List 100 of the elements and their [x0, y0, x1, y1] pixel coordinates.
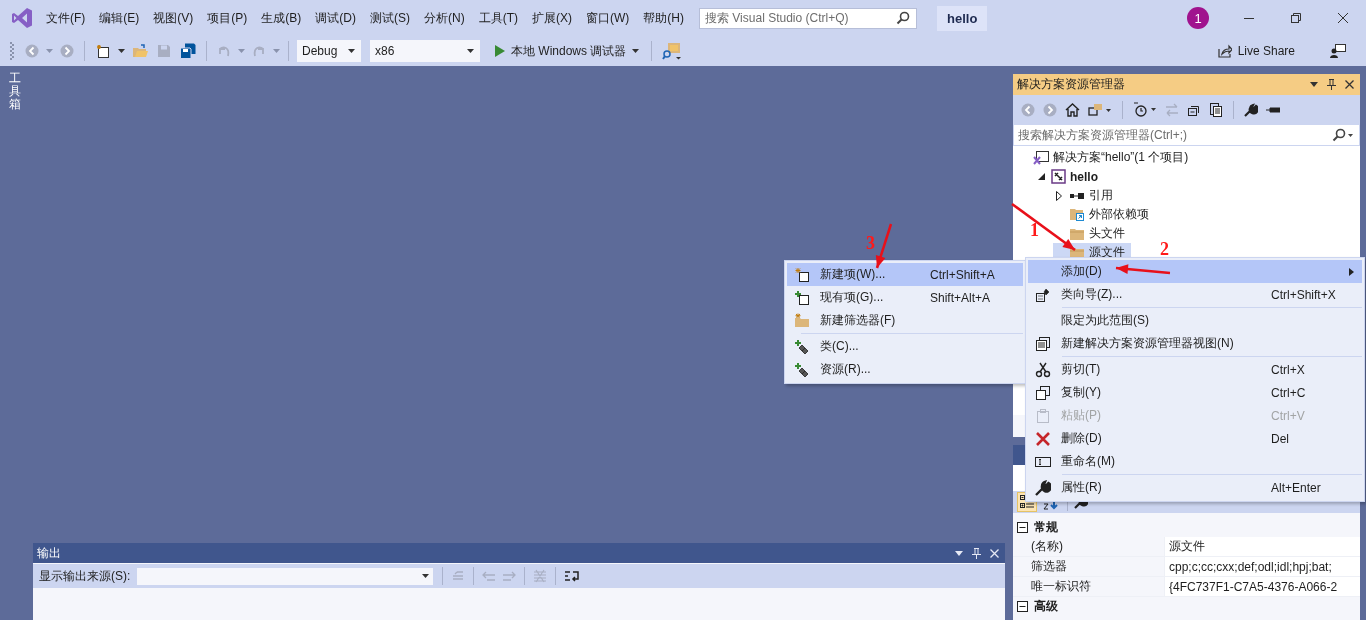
collapse-icon[interactable]: [1017, 522, 1028, 533]
app-logo-icon: [11, 7, 33, 29]
new-view-icon: [1035, 335, 1051, 352]
history-icon[interactable]: [1133, 102, 1157, 117]
expanded-icon[interactable]: [1037, 173, 1045, 180]
menu-item[interactable]: 扩展(X): [525, 6, 579, 30]
field-label: 显示输出来源(S):: [39, 567, 131, 585]
menu-item[interactable]: 帮助(H): [636, 6, 691, 30]
menu-item[interactable]: 新建项(W)... Ctrl+Shift+A: [787, 263, 1023, 286]
new-folder-icon: [794, 312, 810, 329]
pin-icon[interactable]: [1327, 79, 1336, 90]
dropdown-icon[interactable]: [1310, 82, 1318, 87]
menu-item[interactable]: 现有项(G)... Shift+Alt+A: [787, 286, 1023, 309]
menu-item[interactable]: 资源(R)...: [787, 358, 1023, 381]
new-item-icon: [794, 266, 810, 283]
menu-item[interactable]: 复制(Y) Ctrl+C: [1028, 381, 1362, 404]
solution-icon: [1033, 150, 1049, 165]
minus-icon[interactable]: [1266, 106, 1280, 113]
property-name: (名称): [1013, 537, 1165, 556]
toolbar-grip-icon: [10, 41, 14, 61]
property-value[interactable]: 源文件: [1165, 538, 1360, 555]
show-all-files-icon[interactable]: [1209, 102, 1223, 117]
search-field[interactable]: 搜索解决方案资源管理器(Ctrl+;): [1013, 124, 1360, 146]
open-folder-icon[interactable]: [132, 43, 148, 59]
platform-dropdown[interactable]: x86: [370, 40, 480, 62]
collapsed-icon[interactable]: [1056, 190, 1062, 201]
menu-item[interactable]: 调试(D): [308, 6, 363, 30]
menu-item[interactable]: 删除(D) Del: [1028, 427, 1362, 450]
save-all-icon[interactable]: [180, 43, 196, 59]
panel-title: 输出: [37, 544, 61, 562]
close-icon[interactable]: [1345, 80, 1354, 89]
share-icon[interactable]: [1217, 44, 1232, 58]
menu-item[interactable]: 窗口(W): [579, 6, 637, 30]
live-share-button[interactable]: Live Share: [1211, 43, 1301, 59]
menu-item[interactable]: 项目(P): [200, 6, 255, 30]
search-icon[interactable]: [1331, 128, 1355, 142]
delete-icon: [1035, 430, 1051, 447]
search-field[interactable]: 搜索 Visual Studio (Ctrl+Q): [699, 7, 917, 29]
panel-title: 解决方案资源管理器: [1017, 76, 1125, 93]
menu-item[interactable]: 剪切(T) Ctrl+X: [1028, 358, 1362, 381]
minimize-icon[interactable]: [1242, 16, 1255, 20]
find-in-files-icon[interactable]: [662, 42, 683, 60]
annotation-number: 3: [866, 233, 875, 253]
menu-item[interactable]: 文件(F): [39, 6, 93, 30]
property-value[interactable]: {4FC737F1-C7A5-4376-A066-2: [1165, 579, 1360, 594]
search-icon[interactable]: [896, 11, 910, 25]
wrench-icon: [1035, 479, 1051, 496]
tree-item[interactable]: 解决方案“hello”(1 个项目): [1017, 148, 1195, 167]
tree-item[interactable]: hello: [1035, 167, 1104, 186]
property-value[interactable]: cpp;c;cc;cxx;def;odl;idl;hpj;bat;: [1165, 559, 1360, 574]
tree-item[interactable]: 外部依赖项: [1053, 205, 1155, 224]
menu-item[interactable]: 编辑(E): [92, 6, 147, 30]
feedback-icon[interactable]: [1330, 43, 1346, 59]
configuration-dropdown[interactable]: Debug: [297, 40, 361, 62]
property-name: 筛选器: [1013, 557, 1165, 576]
project-icon: [1051, 169, 1066, 184]
collapse-icon[interactable]: [1017, 601, 1028, 612]
home-icon[interactable]: [1065, 102, 1080, 117]
menu-item[interactable]: 属性(R) Alt+Enter: [1028, 476, 1362, 499]
word-wrap-icon[interactable]: [564, 569, 580, 583]
toolbox-tab[interactable]: 工具箱: [9, 72, 21, 112]
caret-icon[interactable]: [467, 49, 474, 53]
caret-icon[interactable]: [118, 49, 125, 53]
copy-icon: [1035, 384, 1051, 401]
annotation-arrow: [1011, 203, 1076, 251]
folder-link-icon: [1069, 207, 1085, 222]
caret-icon[interactable]: [422, 574, 430, 578]
notification-badge[interactable]: 1: [1187, 7, 1209, 29]
property-name: 唯一标识符: [1013, 577, 1165, 596]
new-project-icon[interactable]: [95, 43, 111, 59]
menu-item[interactable]: 视图(V): [146, 6, 201, 30]
category-name: 高级: [1034, 598, 1058, 615]
menu-item[interactable]: 分析(N): [417, 6, 472, 30]
menu-item[interactable]: 限定为此范围(S): [1028, 309, 1362, 332]
switch-views-icon[interactable]: [1088, 102, 1112, 117]
menu-item[interactable]: 新建筛选器(F): [787, 309, 1023, 332]
menu-item[interactable]: 添加(D): [1028, 260, 1362, 283]
caret-icon[interactable]: [348, 49, 355, 53]
menu-item[interactable]: 类(C)...: [787, 335, 1023, 358]
close-icon[interactable]: [1336, 12, 1349, 24]
start-debugging-button[interactable]: 本地 Windows 调试器: [491, 40, 644, 62]
clipboard-icon: [1035, 407, 1051, 424]
restore-icon[interactable]: [1289, 12, 1302, 24]
menu-item[interactable]: 测试(S): [363, 6, 417, 30]
menu-item[interactable]: 重命名(M): [1028, 450, 1362, 473]
add-item-icon: [794, 289, 810, 306]
menu-item[interactable]: 工具(T): [471, 6, 525, 30]
caret-icon[interactable]: [632, 49, 640, 53]
annotation-number: 2: [1160, 239, 1169, 259]
wrench-icon[interactable]: [1244, 102, 1258, 117]
menu-item[interactable]: 生成(B): [254, 6, 309, 30]
menu-item[interactable]: 类向导(Z)... Ctrl+Shift+X: [1028, 283, 1362, 306]
solution-name-badge: hello: [937, 5, 988, 31]
dropdown-icon[interactable]: [955, 550, 963, 556]
scissors-icon: [1035, 361, 1051, 378]
menu-item[interactable]: 新建解决方案资源管理器视图(N): [1028, 332, 1362, 355]
category-name: 常规: [1034, 519, 1058, 536]
tree-item[interactable]: 引用: [1053, 186, 1119, 205]
play-icon[interactable]: [495, 45, 505, 57]
tree-item[interactable]: 头文件: [1053, 224, 1131, 243]
